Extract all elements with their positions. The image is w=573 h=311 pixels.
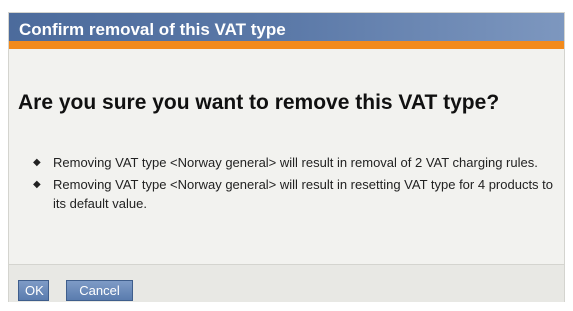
ok-button[interactable]: OK <box>18 280 49 301</box>
dialog-footer: OK Cancel <box>9 264 564 302</box>
list-item-text: Removing VAT type <Norway general> will … <box>53 155 538 170</box>
dialog-titlebar: Confirm removal of this VAT type <box>9 13 564 49</box>
list-item-text: Removing VAT type <Norway general> will … <box>53 177 554 211</box>
bullet-icon: ◆ <box>33 157 41 168</box>
bullet-icon: ◆ <box>33 179 41 190</box>
list-item: ◆ Removing VAT type <Norway general> wil… <box>33 153 559 172</box>
consequence-list: ◆ Removing VAT type <Norway general> wil… <box>33 153 559 216</box>
confirm-removal-dialog: Confirm removal of this VAT type Are you… <box>8 12 565 302</box>
confirmation-heading: Are you sure you want to remove this VAT… <box>18 91 500 114</box>
dialog-title: Confirm removal of this VAT type <box>19 20 286 39</box>
list-item: ◆ Removing VAT type <Norway general> wil… <box>33 175 559 213</box>
cancel-button[interactable]: Cancel <box>66 280 133 301</box>
